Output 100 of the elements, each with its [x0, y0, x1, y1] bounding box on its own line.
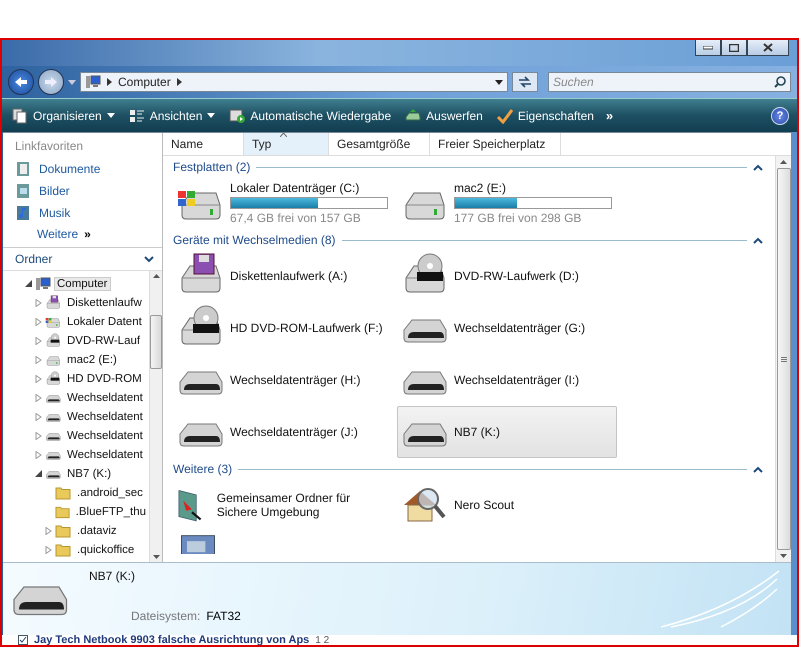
drive-tile[interactable]: Lokaler Datenträger (C:) 67,4 GB frei von 157 GB [173, 177, 393, 229]
check-icon [496, 108, 513, 124]
folders-heading[interactable]: Ordner [15, 252, 52, 266]
folder-icon [55, 542, 71, 558]
back-button[interactable] [8, 69, 34, 95]
drive-tile[interactable]: Nero Scout [397, 479, 617, 531]
item-name: Gemeinsamer Ordner für Sichere Umgebung [216, 491, 352, 519]
column-header[interactable]: Gesamtgröße [329, 133, 430, 155]
expanded-icon[interactable] [25, 280, 32, 287]
tree-item[interactable]: NB7 (K:) [64, 466, 114, 480]
help-button[interactable]: ? [771, 106, 789, 124]
scroll-down-icon[interactable] [152, 555, 160, 559]
search-field[interactable]: Suchen [548, 72, 791, 92]
collapse-chevron-icon[interactable] [753, 466, 763, 472]
collapsed-icon[interactable] [35, 374, 42, 382]
property-label: Dateisystem: [131, 609, 200, 623]
breadcrumb[interactable]: Computer [118, 75, 171, 89]
collapsed-icon[interactable] [35, 298, 42, 306]
favorite-link[interactable]: Bilder [39, 184, 70, 198]
tree-item[interactable]: Wechseldatent [64, 448, 146, 462]
item-name: HD DVD-ROM-Laufwerk (F:) [230, 321, 383, 335]
scrollbar[interactable] [775, 156, 791, 562]
item-name: Diskettenlaufwerk (A:) [230, 269, 348, 283]
collapse-chevron-icon[interactable] [753, 164, 763, 170]
scroll-up-icon[interactable] [152, 274, 160, 278]
tree-item[interactable]: .quickoffice [74, 542, 138, 556]
group-heading[interactable]: Festplatten (2) [173, 160, 250, 174]
more-link[interactable]: Weitere [37, 227, 78, 241]
dropdown-caret-icon [495, 80, 503, 84]
drive-tile[interactable]: Wechseldatenträger (G:) [397, 302, 617, 354]
document-icon [15, 161, 31, 177]
drive-tile[interactable]: Wechseldatenträger (H:) [173, 354, 393, 406]
collapsed-icon[interactable] [45, 526, 52, 534]
toolbar-button[interactable]: Automatische Wiedergabe [227, 104, 394, 126]
collapsed-icon[interactable] [35, 318, 42, 326]
page-numbers[interactable]: 1 2 [315, 635, 330, 645]
scrollbar-thumb[interactable] [150, 314, 162, 368]
tree-item[interactable]: Computer [54, 276, 110, 290]
maximize-button[interactable] [721, 40, 747, 56]
column-header[interactable]: Typ [244, 133, 329, 155]
favorite-link[interactable]: Dokumente [39, 162, 100, 176]
item-name: Wechseldatenträger (G:) [454, 321, 586, 335]
drive-tile[interactable]: DVD-RW-Laufwerk (D:) [397, 250, 617, 302]
minimize-button[interactable] [695, 40, 721, 56]
tree-item[interactable]: DVD-RW-Lauf [64, 334, 144, 348]
collapsed-icon[interactable] [35, 432, 42, 440]
scrollbar-thumb[interactable] [776, 168, 790, 550]
close-button[interactable] [747, 40, 789, 56]
toolbar-button[interactable]: Ansichten [126, 104, 218, 126]
forward-button[interactable] [38, 69, 64, 95]
tree-item[interactable]: .dataviz [74, 524, 120, 538]
scroll-up-icon[interactable] [780, 160, 787, 164]
views-icon [128, 108, 145, 124]
tree-item[interactable]: Wechseldatent [64, 390, 146, 404]
tree-item[interactable]: .BlueFTP_thu [72, 504, 149, 518]
group-heading[interactable]: Geräte mit Wechselmedien (8) [173, 233, 336, 247]
drive-tile[interactable]: Diskettenlaufwerk (A:) [173, 250, 393, 302]
item-name: NB7 (K:) [454, 425, 500, 439]
item-name: Wechseldatenträger (I:) [454, 373, 580, 387]
scrollbar[interactable] [149, 271, 162, 562]
collapsed-icon[interactable] [35, 356, 42, 364]
tree-item[interactable]: HD DVD-ROM [64, 372, 145, 386]
toolbar-button[interactable]: Auswerfen [403, 104, 485, 126]
drive-tile[interactable]: HD DVD-ROM-Laufwerk (F:) [173, 302, 393, 354]
toolbar-button[interactable]: Organisieren [10, 104, 117, 126]
free-space: 67,4 GB frei von 157 GB [230, 211, 362, 225]
collapsed-icon[interactable] [35, 450, 42, 458]
collapsed-icon[interactable] [45, 546, 52, 554]
history-dropdown[interactable] [68, 80, 76, 84]
drive-tile[interactable]: Wechseldatenträger (J:) [173, 406, 393, 458]
property-value: FAT32 [206, 609, 241, 623]
scroll-down-icon[interactable] [780, 554, 787, 558]
group-heading[interactable]: Weitere (3) [173, 462, 232, 476]
tree-item[interactable]: Diskettenlaufw [64, 296, 145, 310]
column-header[interactable]: Freier Speicherplatz [430, 133, 561, 155]
chevron-down-icon[interactable] [144, 256, 154, 262]
tree-item[interactable]: Wechseldatent [64, 428, 146, 442]
item-name: mac2 (E:) [454, 181, 508, 195]
drive-tile[interactable]: Gemeinsamer Ordner für Sichere Umgebung [173, 479, 393, 531]
item-name: DVD-RW-Laufwerk (D:) [454, 269, 579, 283]
drive-tile[interactable]: Wechseldatenträger (I:) [397, 354, 617, 406]
expanded-icon[interactable] [35, 470, 42, 477]
drive-tile[interactable]: mac2 (E:) 177 GB frei von 298 GB [397, 177, 617, 229]
tree-item[interactable]: mac2 (E:) [64, 352, 120, 366]
favorite-link[interactable]: Musik [39, 206, 70, 220]
tree-item[interactable]: Lokaler Datent [64, 314, 145, 328]
collapse-chevron-icon[interactable] [753, 236, 763, 244]
collapsed-icon[interactable] [35, 394, 42, 402]
collapsed-icon[interactable] [35, 412, 42, 420]
tree-item[interactable]: .android_sec [74, 486, 146, 500]
collapsed-icon[interactable] [35, 336, 42, 344]
more-arrow[interactable]: » [84, 227, 91, 241]
tree-item[interactable]: Wechseldatent [64, 410, 146, 424]
more-commands-button[interactable]: » [606, 108, 614, 123]
grip-icon [780, 356, 786, 362]
toolbar-button[interactable]: Eigenschaften [494, 104, 596, 126]
computer-icon [35, 276, 51, 292]
drive-tile[interactable]: NB7 (K:) [397, 406, 617, 458]
address-bar[interactable]: Computer [80, 72, 508, 92]
refresh-button[interactable] [512, 72, 538, 92]
